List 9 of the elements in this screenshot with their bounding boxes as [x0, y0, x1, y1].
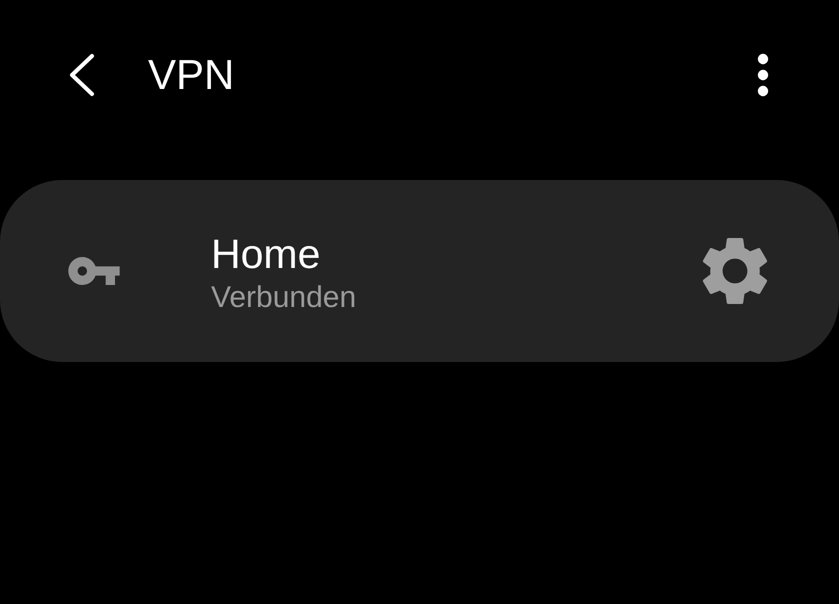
- more-options-button[interactable]: [757, 53, 769, 97]
- profile-name: Home: [211, 232, 322, 278]
- more-options-icon: [757, 53, 769, 97]
- settings-icon: [702, 238, 768, 304]
- page-title: VPN: [148, 50, 236, 100]
- settings-button[interactable]: [702, 238, 768, 304]
- connection-status: Verbunden: [211, 281, 358, 316]
- vpn-profile-row[interactable]: Home Verbunden: [0, 180, 839, 362]
- key-icon: [68, 257, 120, 285]
